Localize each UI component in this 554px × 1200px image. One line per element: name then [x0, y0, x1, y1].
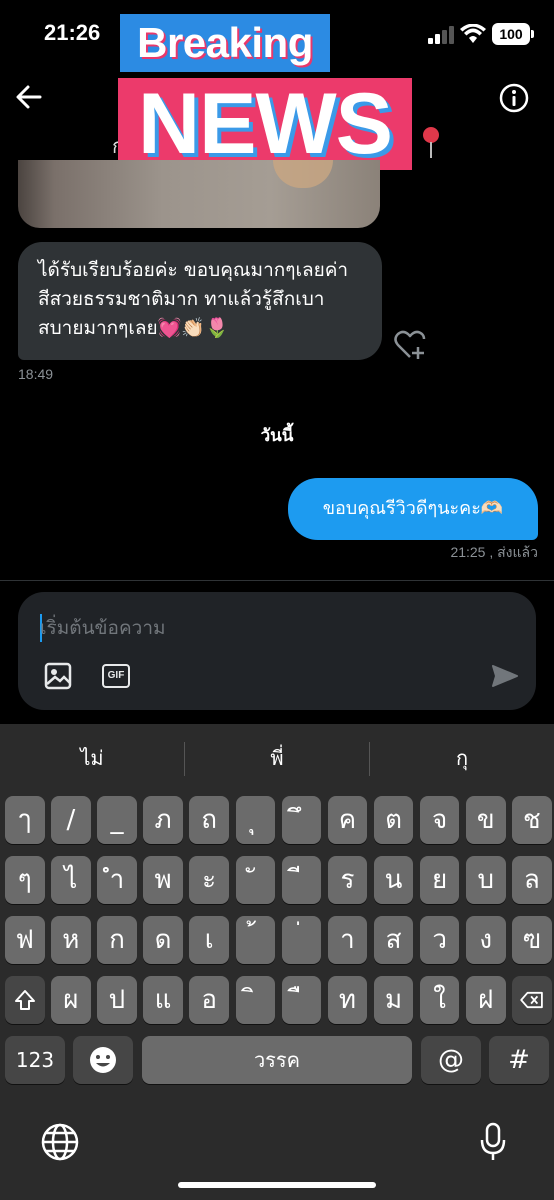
space-key[interactable]: วรรค: [142, 1036, 412, 1084]
key[interactable]: จ: [419, 796, 460, 844]
pin-emoji-icon: [423, 127, 439, 158]
message-input[interactable]: [40, 610, 490, 646]
key[interactable]: ึ: [281, 796, 322, 844]
key[interactable]: ย: [419, 856, 460, 904]
emoji-key[interactable]: [73, 1036, 133, 1084]
key[interactable]: ส: [373, 916, 414, 964]
microphone-icon[interactable]: [480, 1122, 506, 1162]
image-icon[interactable]: [44, 662, 72, 690]
shift-key[interactable]: [5, 976, 45, 1024]
numbers-key[interactable]: 123: [5, 1036, 65, 1084]
key[interactable]: ว: [419, 916, 460, 964]
suggestion-bar: ไม่ พี่ กุ: [0, 724, 554, 790]
key[interactable]: ฃ: [512, 916, 552, 964]
key[interactable]: _: [97, 796, 137, 844]
wifi-icon: [460, 24, 486, 43]
key[interactable]: ห: [51, 916, 91, 964]
key[interactable]: ฟ: [5, 916, 45, 964]
key[interactable]: ไ: [51, 856, 91, 904]
key[interactable]: ช: [512, 796, 552, 844]
key[interactable]: /: [51, 796, 91, 844]
date-separator: วันนี้: [260, 426, 294, 446]
key[interactable]: ก: [97, 916, 137, 964]
key[interactable]: ผ: [51, 976, 91, 1024]
key[interactable]: ั: [235, 856, 275, 904]
status-time: 21:26: [44, 20, 101, 45]
key[interactable]: ำ: [97, 856, 137, 904]
divider: [0, 580, 554, 581]
key[interactable]: ข: [466, 796, 506, 844]
key[interactable]: ม: [373, 976, 414, 1024]
key[interactable]: ๆ: [5, 856, 45, 904]
outgoing-timestamp: 21:25 , ส่งแล้ว: [450, 544, 538, 560]
key[interactable]: ื: [281, 976, 322, 1024]
key[interactable]: น: [373, 856, 414, 904]
send-icon[interactable]: [492, 664, 518, 688]
key[interactable]: ป: [97, 976, 137, 1024]
key[interactable]: อ: [189, 976, 229, 1024]
news-label: NEWS: [118, 78, 412, 170]
key[interactable]: ค: [327, 796, 368, 844]
outgoing-message-bubble[interactable]: ขอบคุณรีวิวดีๆนะคะ🫶🏻: [288, 478, 538, 540]
add-reaction-icon[interactable]: [394, 330, 426, 360]
key[interactable]: บ: [466, 856, 506, 904]
at-key[interactable]: @: [421, 1036, 481, 1084]
suggestion-3[interactable]: กุ: [370, 742, 554, 774]
emoji-icon: [90, 1047, 116, 1073]
backspace-icon: [520, 991, 543, 1009]
battery-indicator: 100: [492, 23, 534, 45]
key[interactable]: ฝ: [466, 976, 506, 1024]
incoming-message-text: ได้รับเรียบร้อยค่ะ ขอบคุณมากๆเลยค่า สีสว…: [38, 259, 349, 339]
incoming-timestamp: 18:49: [18, 366, 54, 382]
suggestion-1[interactable]: ไม่: [0, 742, 184, 774]
keyboard: ไม่ พี่ กุ ๅ/_ภถุึคตจขชๆไำพะัีรนยบลฟหกดเ…: [0, 724, 554, 1200]
key[interactable]: พ: [143, 856, 183, 904]
incoming-message-bubble[interactable]: ได้รับเรียบร้อยค่ะ ขอบคุณมากๆเลยค่า สีสว…: [18, 242, 382, 360]
key[interactable]: ท: [327, 976, 368, 1024]
gif-button[interactable]: GIF: [102, 664, 130, 688]
key[interactable]: ถ: [189, 796, 229, 844]
hash-key[interactable]: #: [489, 1036, 549, 1084]
key[interactable]: ใ: [419, 976, 460, 1024]
key[interactable]: ้: [235, 916, 275, 964]
key[interactable]: า: [327, 916, 368, 964]
key[interactable]: ่: [281, 916, 322, 964]
message-composer: GIF: [18, 592, 536, 710]
key[interactable]: ด: [143, 916, 183, 964]
key[interactable]: ต: [373, 796, 414, 844]
back-arrow-icon[interactable]: [14, 82, 44, 112]
key[interactable]: ง: [466, 916, 506, 964]
info-icon[interactable]: [498, 82, 530, 114]
image-message[interactable]: [18, 160, 380, 228]
key[interactable]: ะ: [189, 856, 229, 904]
suggestion-2[interactable]: พี่: [185, 742, 369, 774]
shift-icon: [14, 990, 35, 1010]
home-indicator: [178, 1182, 376, 1188]
breaking-label: Breaking: [120, 14, 330, 72]
key[interactable]: ุ: [235, 796, 275, 844]
backspace-key[interactable]: [512, 976, 552, 1024]
key[interactable]: ี: [281, 856, 322, 904]
signal-icon: [428, 26, 456, 44]
globe-icon[interactable]: [40, 1122, 80, 1162]
key[interactable]: ล: [512, 856, 552, 904]
key[interactable]: แ: [143, 976, 183, 1024]
key[interactable]: ร: [327, 856, 368, 904]
key[interactable]: ภ: [143, 796, 183, 844]
key[interactable]: เ: [189, 916, 229, 964]
key[interactable]: ิ: [235, 976, 275, 1024]
key[interactable]: ๅ: [5, 796, 45, 844]
